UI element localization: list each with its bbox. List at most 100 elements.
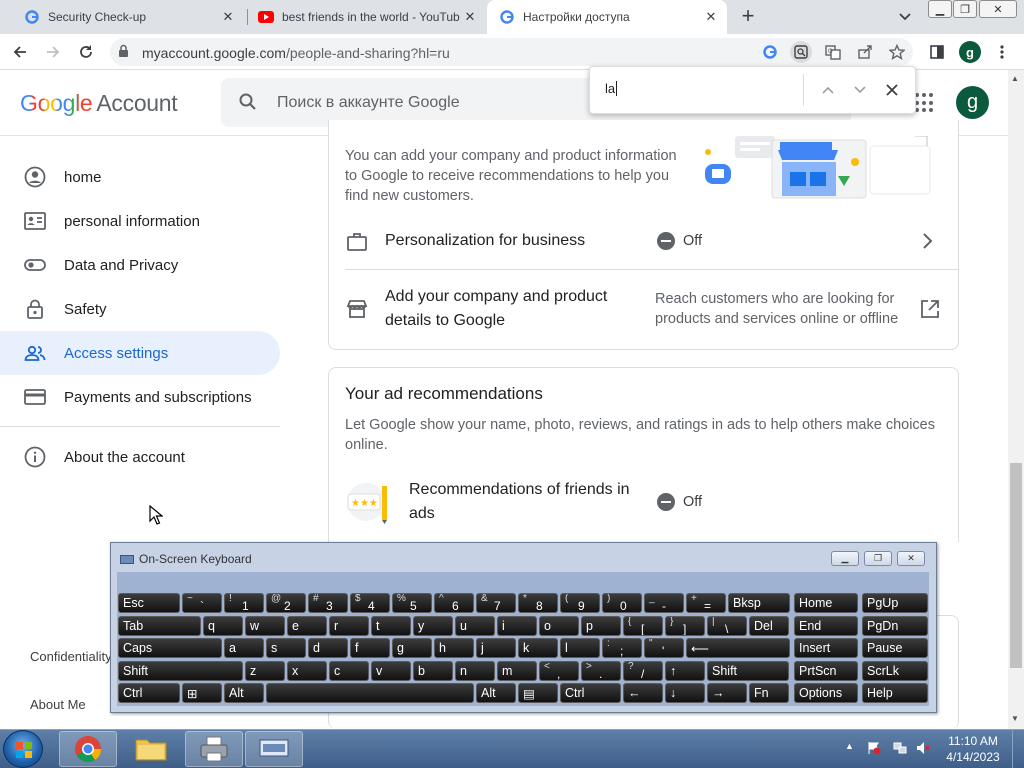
taskbar-printer[interactable] (185, 731, 243, 767)
osk-key[interactable]: <, (539, 661, 579, 681)
personalization-business-title[interactable]: Personalization for business (385, 229, 585, 253)
tab-access-settings[interactable]: Настройки доступа ✕ (487, 0, 727, 34)
translate-icon[interactable]: G (822, 41, 844, 63)
sidebar-item-payments[interactable]: Payments and subscriptions (0, 375, 280, 419)
share-icon[interactable] (854, 41, 876, 63)
osk-key[interactable]: Shift (707, 661, 789, 681)
close-tab-icon[interactable]: ✕ (701, 7, 721, 27)
osk-key[interactable]: Alt (476, 683, 516, 703)
osk-key[interactable]: Ctrl (560, 683, 621, 703)
system-clock[interactable]: 11:10 AM 4/14/2023 (937, 733, 1009, 765)
osk-key[interactable]: a (224, 638, 264, 658)
about-me-link[interactable]: About Me (30, 697, 86, 712)
osk-key[interactable]: * 8 (518, 593, 558, 613)
osk-key[interactable]: }] (665, 616, 705, 636)
osk-key[interactable]: ^ 6 (434, 593, 474, 613)
osk-key[interactable]: & 7 (476, 593, 516, 613)
osk-key[interactable]: " ' (644, 638, 684, 658)
osk-key[interactable]: b (413, 661, 453, 681)
osk-key[interactable]: Esc (118, 593, 180, 613)
google-lens-icon[interactable] (759, 41, 781, 63)
osk-key[interactable]: s (266, 638, 306, 658)
sidebar-item-about-account[interactable]: About the account (0, 435, 280, 479)
osk-key[interactable]: @2 (266, 593, 306, 613)
osk-key[interactable]: Tab (118, 616, 201, 636)
osk-key[interactable]: ← (623, 683, 663, 703)
find-next-button[interactable] (850, 81, 870, 99)
google-account-logo[interactable]: Google Account (20, 90, 178, 117)
osk-key[interactable]: Options (794, 683, 858, 703)
osk-key[interactable]: Insert (794, 638, 858, 658)
osk-key[interactable]: ⊞ (182, 683, 222, 703)
sidebar-item-data-and-privacy[interactable]: Data and Privacy (0, 243, 280, 287)
osk-key[interactable]: | \ (707, 616, 747, 636)
osk-key[interactable]: PgDn (862, 616, 928, 636)
osk-key[interactable]: v (371, 661, 411, 681)
osk-key[interactable]: :; (602, 638, 642, 658)
osk-key[interactable]: j (476, 638, 516, 658)
osk-key[interactable]: ↑ (665, 661, 705, 681)
osk-key[interactable]: w (245, 616, 285, 636)
osk-key[interactable]: r (329, 616, 369, 636)
open-in-new-icon[interactable] (920, 299, 940, 319)
taskbar-osk[interactable] (245, 731, 303, 767)
new-tab-button[interactable]: + (736, 5, 760, 29)
browser-profile-avatar[interactable]: g (959, 41, 981, 63)
side-panel-icon[interactable] (926, 41, 948, 63)
sidebar-item-access-settings[interactable]: Access settings (0, 331, 280, 375)
osk-key[interactable]: Help (862, 683, 928, 703)
account-avatar[interactable]: g (956, 86, 989, 119)
tab-youtube[interactable]: best friends in the world - YouTube ✕ (250, 0, 486, 34)
google-apps-icon[interactable] (915, 93, 935, 113)
show-hidden-icons-icon[interactable]: ▲ (845, 741, 859, 755)
osk-key[interactable]: o (539, 616, 579, 636)
search-icon[interactable] (238, 92, 260, 114)
tab-security-checkup[interactable]: Security Check-up ✕ (8, 0, 244, 34)
osk-key[interactable]: → (707, 683, 747, 703)
sidebar-item-personal-information[interactable]: personal information (0, 199, 280, 243)
osk-key[interactable]: + = (686, 593, 726, 613)
osk-key[interactable]: Caps (118, 638, 222, 658)
maximize-window-button[interactable]: ❐ (953, 0, 977, 18)
show-desktop-button[interactable] (1012, 730, 1024, 768)
osk-key[interactable]: n (455, 661, 495, 681)
osk-key[interactable]: p (581, 616, 621, 636)
bookmark-star-icon[interactable] (886, 41, 908, 63)
chevron-right-icon[interactable] (921, 232, 937, 250)
osk-key[interactable]: Shift (118, 661, 243, 681)
osk-key[interactable]: {[ (623, 616, 663, 636)
scroll-up-arrow-icon[interactable]: ▲ (1011, 74, 1019, 83)
osk-key[interactable]: (9 (560, 593, 600, 613)
back-button[interactable] (8, 40, 32, 64)
find-close-button[interactable] (882, 81, 902, 99)
url-text[interactable]: myaccount.google.com/people-and-sharing?… (142, 45, 450, 61)
osk-key[interactable]: ScrLk (862, 661, 928, 681)
network-icon[interactable] (893, 741, 907, 755)
osk-key[interactable]: t (371, 616, 411, 636)
find-in-page-icon[interactable] (790, 41, 812, 63)
reload-button[interactable] (74, 40, 98, 64)
close-tab-icon[interactable]: ✕ (218, 7, 238, 27)
osk-key[interactable]: m (497, 661, 537, 681)
osk-key[interactable]: Fn (749, 683, 789, 703)
osk-key[interactable]: e (287, 616, 327, 636)
osk-key[interactable]: PgUp (862, 593, 928, 613)
osk-key[interactable]: ? / (623, 661, 663, 681)
osk-key[interactable]: Alt (224, 683, 264, 703)
osk-key[interactable]: End (794, 616, 858, 636)
osk-key[interactable]: Home (794, 593, 858, 613)
friends-recommendations-title[interactable]: Recommendations of friends in ads (409, 478, 639, 526)
osk-key[interactable]: g (392, 638, 432, 658)
osk-key[interactable]: ~ ` (182, 593, 222, 613)
osk-key[interactable]: h (434, 638, 474, 658)
osk-maximize-button[interactable]: ❐ (864, 551, 892, 566)
volume-muted-icon[interactable] (916, 741, 930, 755)
action-center-flag-icon[interactable] (867, 741, 881, 755)
osk-key[interactable]: ! 1 (224, 593, 264, 613)
taskbar-explorer[interactable] (122, 731, 180, 767)
close-window-button[interactable]: ✕ (979, 0, 1017, 18)
osk-key[interactable]: ↓ (665, 683, 705, 703)
osk-key[interactable] (266, 683, 474, 703)
osk-key[interactable]: >. (581, 661, 621, 681)
tab-search-chevron-icon[interactable] (895, 8, 915, 26)
